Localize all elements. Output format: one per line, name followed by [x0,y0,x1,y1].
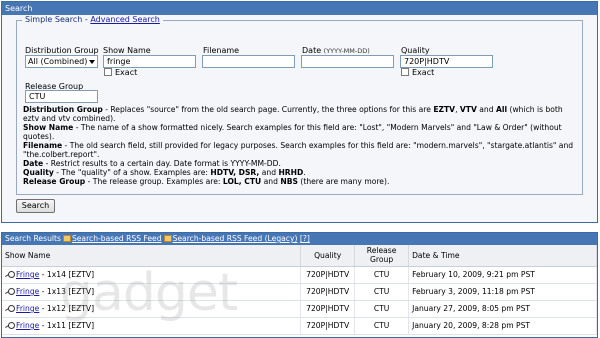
cell-quality: 720P|HDTV [300,283,356,301]
rss-legacy-link[interactable]: Search-based RSS Feed (Legacy) [173,234,298,243]
episode-label: - 1x14 [EZTV] [39,270,95,279]
rss-icon [163,235,172,242]
magnifier-icon[interactable] [5,288,15,295]
filename-input[interactable] [202,55,295,68]
episode-label: - 1x11 [EZTV] [39,321,95,330]
table-header-row: Show Name Quality Release Group Date & Ti… [2,245,597,267]
show-name-exact-checkbox[interactable] [104,68,112,76]
episode-label: - 1x12 [EZTV] [39,304,95,313]
cell-show: Fringe - 1x12 [EZTV] [2,300,302,318]
help-distribution-group: Distribution Group - Replaces "source" f… [23,105,563,123]
search-panel-header: Search [2,2,597,15]
filename-label: Filename [203,46,240,55]
distribution-group-label: Distribution Group [25,46,99,55]
show-name-label: Show Name [103,46,151,55]
results-panel: Search Results Search-based RSS Feed Searc… [1,232,598,338]
quality-input[interactable]: 720P|HDTV [400,55,493,68]
help-filename: Filename - The old search field, still p… [23,141,574,159]
help-show-name: Show Name - The name of a show formatted… [23,123,562,141]
column-header-date[interactable]: Date & Time [408,245,597,267]
cell-date: January 20, 2009, 8:28 pm PST [408,317,597,335]
quality-exact-label: Exact [412,68,435,77]
distribution-group-select[interactable]: All (Combined) [25,55,98,68]
cell-release-group: CTU [354,283,410,301]
help-release-group: Release Group - The release group. Examp… [23,177,390,186]
magnifier-icon[interactable] [5,322,15,329]
date-format-hint: (YYYY-MM-DD) [323,47,370,55]
cell-show: Fringe - 1x11 [EZTV] [2,317,302,335]
show-link[interactable]: Fringe [16,321,39,330]
show-name-input[interactable]: fringe [103,55,196,68]
cell-date: January 27, 2009, 8:05 pm PST [408,300,597,318]
cell-date: February 3, 2009, 11:18 pm PST [408,283,597,301]
cell-quality: 720P|HDTV [300,266,356,284]
search-mode-legend: Simple Search - Advanced Search [22,15,163,24]
results-title: Search Results [5,234,61,243]
cell-show: Fringe - 1x13 [EZTV] [2,283,302,301]
page: Search Simple Search - Advanced Search D… [0,0,600,338]
release-group-input[interactable]: CTU [25,90,98,103]
table-row[interactable]: Fringe - 1x13 [EZTV] 720P|HDTV CTU February… [2,283,597,301]
results-table: Show Name Quality Release Group Date & Ti… [2,245,597,335]
magnifier-icon[interactable] [5,271,15,278]
rss-icon [62,235,71,242]
advanced-search-link[interactable]: Advanced Search [90,15,160,24]
column-header-quality[interactable]: Quality [300,245,356,267]
cell-release-group: CTU [354,266,410,284]
quality-label: Quality [401,46,430,55]
results-header: Search Results Search-based RSS Feed Searc… [2,233,597,245]
table-row[interactable]: Fringe - 1x12 [EZTV] 720P|HDTV CTU January … [2,300,597,318]
column-header-show[interactable]: Show Name [2,245,302,267]
cell-release-group: CTU [354,300,410,318]
show-link[interactable]: Fringe [16,287,39,296]
cell-quality: 720P|HDTV [300,300,356,318]
show-link[interactable]: Fringe [16,304,39,313]
table-row[interactable]: Fringe - 1x14 [EZTV] 720P|HDTV CTU February… [2,266,597,284]
cell-release-group: CTU [354,317,410,335]
rss-feed-link[interactable]: Search-based RSS Feed [72,234,162,243]
column-header-release-group[interactable]: Release Group [354,245,410,267]
date-label: Date (YYYY-MM-DD) [302,46,370,55]
cell-show: Fringe - 1x14 [EZTV] [2,266,302,284]
help-link[interactable]: [?] [300,234,310,243]
table-row[interactable]: Fringe - 1x11 [EZTV] 720P|HDTV CTU January … [2,317,597,335]
show-name-exact-label: Exact [115,68,138,77]
cell-date: February 10, 2009, 9:21 pm PST [408,266,597,284]
search-button[interactable]: Search [16,199,55,213]
episode-label: - 1x13 [EZTV] [39,287,95,296]
show-link[interactable]: Fringe [16,270,39,279]
simple-search-label: Simple Search [25,15,83,24]
chevron-down-icon [89,60,95,64]
date-input[interactable] [301,55,394,68]
magnifier-icon[interactable] [5,305,15,312]
cell-quality: 720P|HDTV [300,317,356,335]
quality-exact-checkbox[interactable] [401,68,409,76]
